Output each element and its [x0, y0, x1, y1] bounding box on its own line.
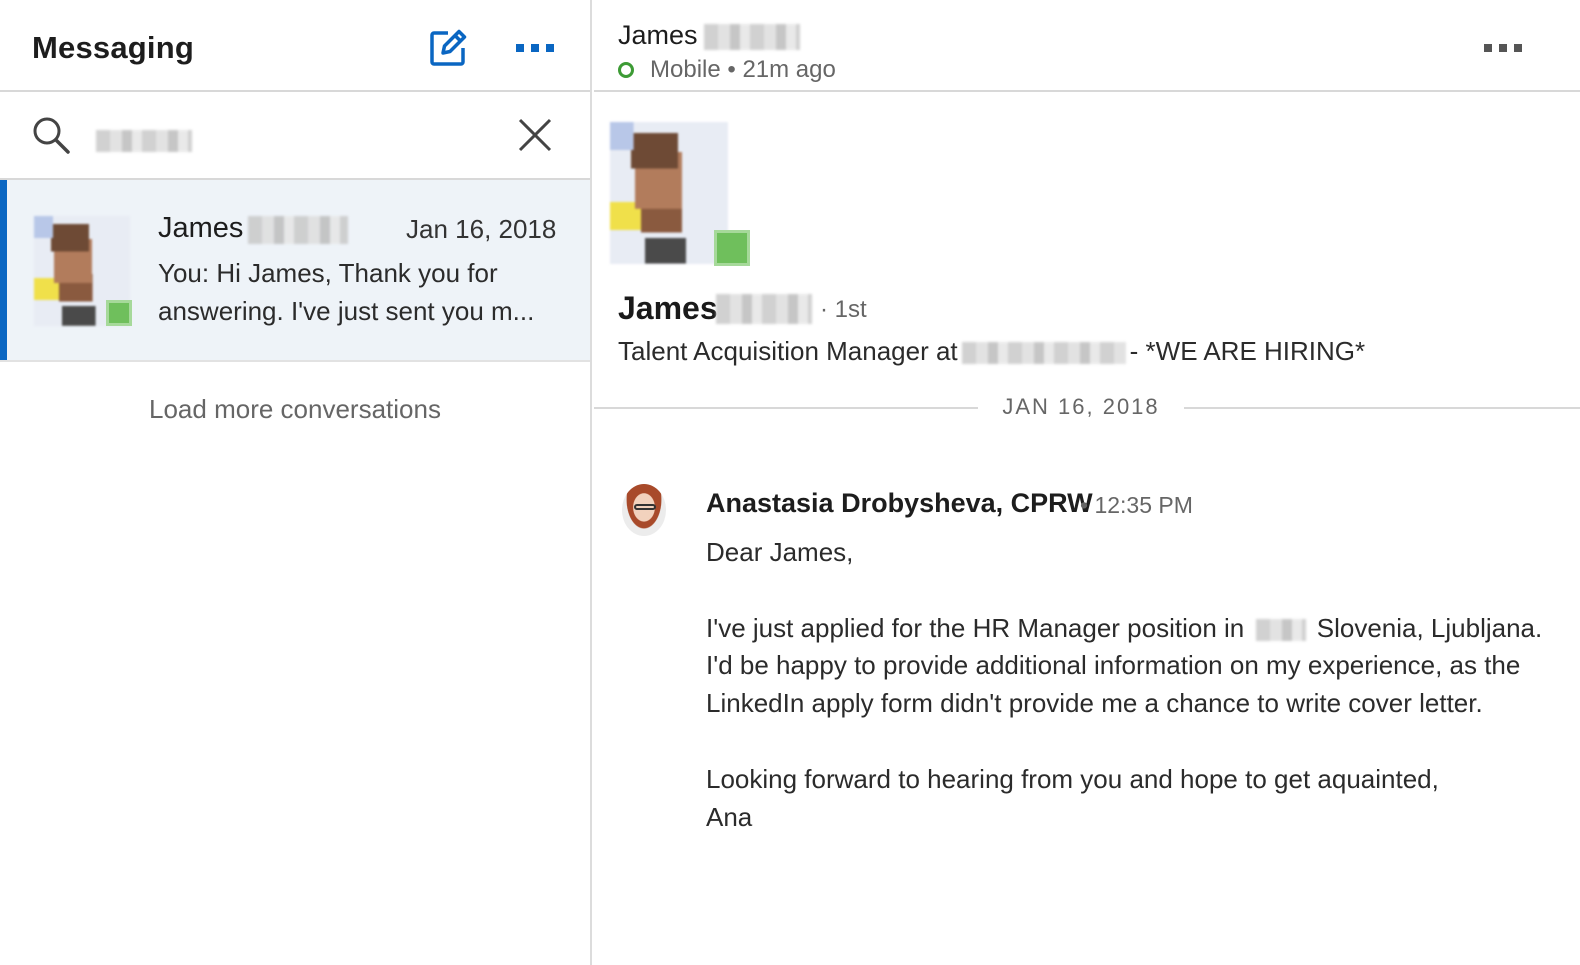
message-body: Dear James, I've just applied for the HR… — [706, 534, 1556, 836]
message-paragraph: I've just applied for the HR Manager pos… — [706, 610, 1556, 648]
sender-avatar[interactable] — [622, 484, 666, 536]
conversation-snippet: You: Hi James, Thank you for answering. … — [158, 258, 535, 326]
load-more-conversations-link[interactable]: Load more conversations — [0, 394, 590, 425]
compose-icon — [430, 29, 467, 66]
date-divider-label: JAN 16, 2018 — [1002, 394, 1160, 419]
messaging-app: Messaging James Jan 16, 2018 You: Hi Jam… — [0, 0, 1580, 965]
conversation-date: Jan 16, 2018 — [406, 214, 557, 244]
connection-degree: · 1st — [820, 296, 867, 323]
compose-button[interactable] — [428, 28, 468, 68]
message-closing: Looking forward to hearing from you and … — [706, 763, 1439, 794]
conversation-list-pane: Messaging James Jan 16, 2018 You: Hi Jam… — [0, 0, 592, 965]
headline-suffix: - *WE ARE HIRING* — [1129, 336, 1366, 366]
redacted-last-name — [248, 216, 348, 244]
message-sender[interactable]: Anastasia Drobysheva, CPRW — [706, 488, 1093, 519]
selected-indicator — [0, 180, 7, 360]
mobile-presence-icon — [618, 62, 634, 78]
page-title: Messaging — [32, 30, 195, 65]
message-text: I've just applied for the HR Manager pos… — [706, 612, 1245, 643]
search-icon — [33, 117, 70, 154]
redacted-last-name — [716, 294, 812, 324]
more-horizontal-icon — [1478, 34, 1528, 62]
messaging-header: Messaging — [0, 0, 590, 92]
conversation-name: James — [158, 212, 244, 244]
profile-name[interactable]: James — [618, 290, 718, 327]
redacted-company — [1255, 618, 1306, 641]
message-paragraph: I'd be happy to provide additional infor… — [706, 650, 1521, 719]
close-icon[interactable] — [514, 114, 556, 156]
redacted-last-name — [704, 24, 800, 50]
more-options-button[interactable] — [510, 34, 560, 62]
contact-name[interactable]: James — [618, 20, 698, 51]
message-timestamp: • 12:35 PM — [1080, 492, 1193, 518]
search-bar — [0, 94, 590, 180]
message-signature: Ana — [706, 801, 753, 832]
message-greeting: Dear James, — [706, 537, 854, 567]
online-presence-icon — [714, 230, 750, 266]
conversation-more-button[interactable] — [1478, 34, 1528, 62]
date-divider: JAN 16, 2018 — [594, 392, 1580, 424]
redacted-company — [961, 342, 1126, 365]
presence-status: Mobile • 21m ago — [650, 56, 836, 83]
more-horizontal-icon — [510, 34, 560, 62]
profile-avatar[interactable] — [610, 122, 728, 264]
conversation-header: James Mobile • 21m ago — [594, 0, 1580, 92]
message-text: Slovenia, Ljubljana. — [1316, 612, 1543, 643]
redacted-search-text — [96, 130, 192, 152]
online-presence-icon — [106, 300, 132, 326]
headline-prefix: Talent Acquisition Manager at — [618, 336, 958, 366]
profile-headline: Talent Acquisition Manager at - *WE ARE H… — [618, 336, 1365, 367]
